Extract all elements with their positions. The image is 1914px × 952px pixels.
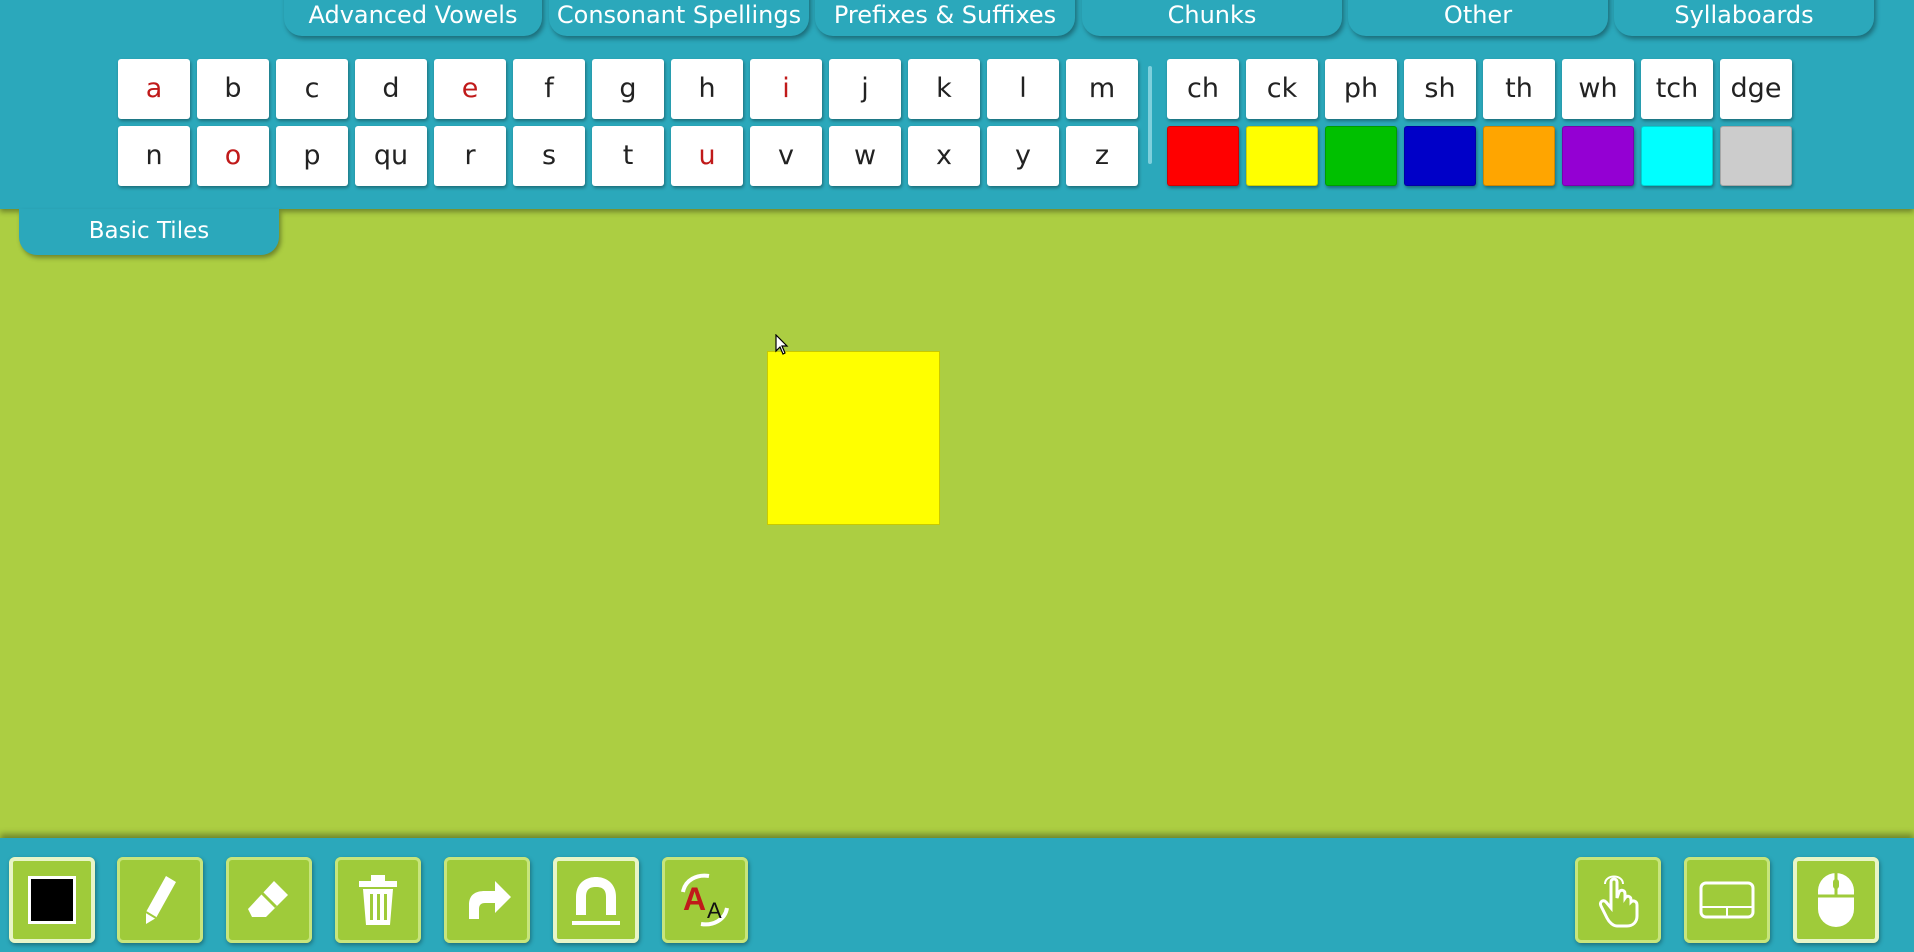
letter-tile-r[interactable]: r (434, 126, 506, 186)
letter-tile-u[interactable]: u (671, 126, 743, 186)
touch-icon (1599, 875, 1639, 928)
letter-tile-b[interactable]: b (197, 59, 269, 119)
color-tile-swatch[interactable] (1246, 126, 1318, 186)
letter-tile-p[interactable]: p (276, 126, 348, 186)
letter-tile-a[interactable]: a (118, 59, 190, 119)
color-tile-swatch[interactable] (1325, 126, 1397, 186)
color-tile-swatch[interactable] (1562, 126, 1634, 186)
palette-divider (1148, 66, 1152, 164)
letter-tile-k[interactable]: k (908, 59, 980, 119)
redo-button[interactable] (444, 857, 530, 943)
letter-tile-v[interactable]: v (750, 126, 822, 186)
letter-tile-s[interactable]: s (513, 126, 585, 186)
letter-tile-h[interactable]: h (671, 59, 743, 119)
mouse-icon (1818, 873, 1854, 927)
letter-tile-qu[interactable]: qu (355, 126, 427, 186)
letter-tile-j[interactable]: j (829, 59, 901, 119)
trash-button[interactable] (335, 857, 421, 943)
magnet-icon (572, 877, 620, 925)
trackpad-icon (1699, 881, 1755, 919)
bottom-toolbar: A A (0, 838, 1914, 952)
tab-other[interactable]: Other (1348, 0, 1608, 36)
letter-tile-t[interactable]: t (592, 126, 664, 186)
tab-consonant-spellings[interactable]: Consonant Spellings (549, 0, 809, 36)
color-picker-icon (28, 876, 76, 924)
letter-tile-e[interactable]: e (434, 59, 506, 119)
mouse-pointer-icon (775, 334, 789, 355)
redo-arrow-icon (469, 881, 511, 919)
case-toggle-button[interactable]: A A (662, 857, 748, 943)
trackpad-mode-button[interactable] (1684, 857, 1770, 943)
magnet-button[interactable] (553, 857, 639, 943)
letter-tile-n[interactable]: n (118, 126, 190, 186)
digraph-tile-th[interactable]: th (1483, 59, 1555, 119)
tab-advanced-vowels[interactable]: Advanced Vowels (284, 0, 542, 36)
digraph-tile-wh[interactable]: wh (1562, 59, 1634, 119)
tab-syllaboards[interactable]: Syllaboards (1614, 0, 1874, 36)
case-toggle-icon: A A (681, 873, 729, 927)
tab-prefixes-suffixes[interactable]: Prefixes & Suffixes (815, 0, 1075, 36)
digraph-tile-dge[interactable]: dge (1720, 59, 1792, 119)
color-picker-button[interactable] (9, 857, 95, 943)
letter-tile-i[interactable]: i (750, 59, 822, 119)
letter-tile-m[interactable]: m (1066, 59, 1138, 119)
tab-basic-tiles[interactable]: Basic Tiles (19, 209, 279, 255)
letter-tile-o[interactable]: o (197, 126, 269, 186)
svg-text:A: A (683, 881, 706, 917)
digraph-tile-ck[interactable]: ck (1246, 59, 1318, 119)
eraser-icon (248, 881, 288, 917)
digraph-tile-ph[interactable]: ph (1325, 59, 1397, 119)
digraph-tile-ch[interactable]: ch (1167, 59, 1239, 119)
pencil-button[interactable] (117, 857, 203, 943)
color-tile-swatch[interactable] (1483, 126, 1555, 186)
workspace-canvas[interactable] (0, 209, 1914, 838)
mouse-mode-button[interactable] (1793, 857, 1879, 943)
touch-mode-button[interactable] (1575, 857, 1661, 943)
digraph-tile-sh[interactable]: sh (1404, 59, 1476, 119)
color-tile-swatch[interactable] (1720, 126, 1792, 186)
placed-tile[interactable] (767, 351, 940, 525)
letter-tile-l[interactable]: l (987, 59, 1059, 119)
tab-chunks[interactable]: Chunks (1082, 0, 1342, 36)
letter-tile-d[interactable]: d (355, 59, 427, 119)
tile-palette-panel: Advanced Vowels Consonant Spellings Pref… (0, 0, 1914, 209)
letter-tile-c[interactable]: c (276, 59, 348, 119)
trash-icon (359, 875, 397, 925)
letter-tile-g[interactable]: g (592, 59, 664, 119)
digraph-tile-tch[interactable]: tch (1641, 59, 1713, 119)
color-tile-swatch[interactable] (1404, 126, 1476, 186)
color-tile-swatch[interactable] (1641, 126, 1713, 186)
eraser-button[interactable] (226, 857, 312, 943)
letter-tile-w[interactable]: w (829, 126, 901, 186)
pencil-icon (145, 876, 176, 924)
letter-tile-y[interactable]: y (987, 126, 1059, 186)
color-tile-swatch[interactable] (1167, 126, 1239, 186)
letter-tile-x[interactable]: x (908, 126, 980, 186)
svg-text:A: A (707, 898, 722, 923)
letter-tile-z[interactable]: z (1066, 126, 1138, 186)
letter-tile-f[interactable]: f (513, 59, 585, 119)
